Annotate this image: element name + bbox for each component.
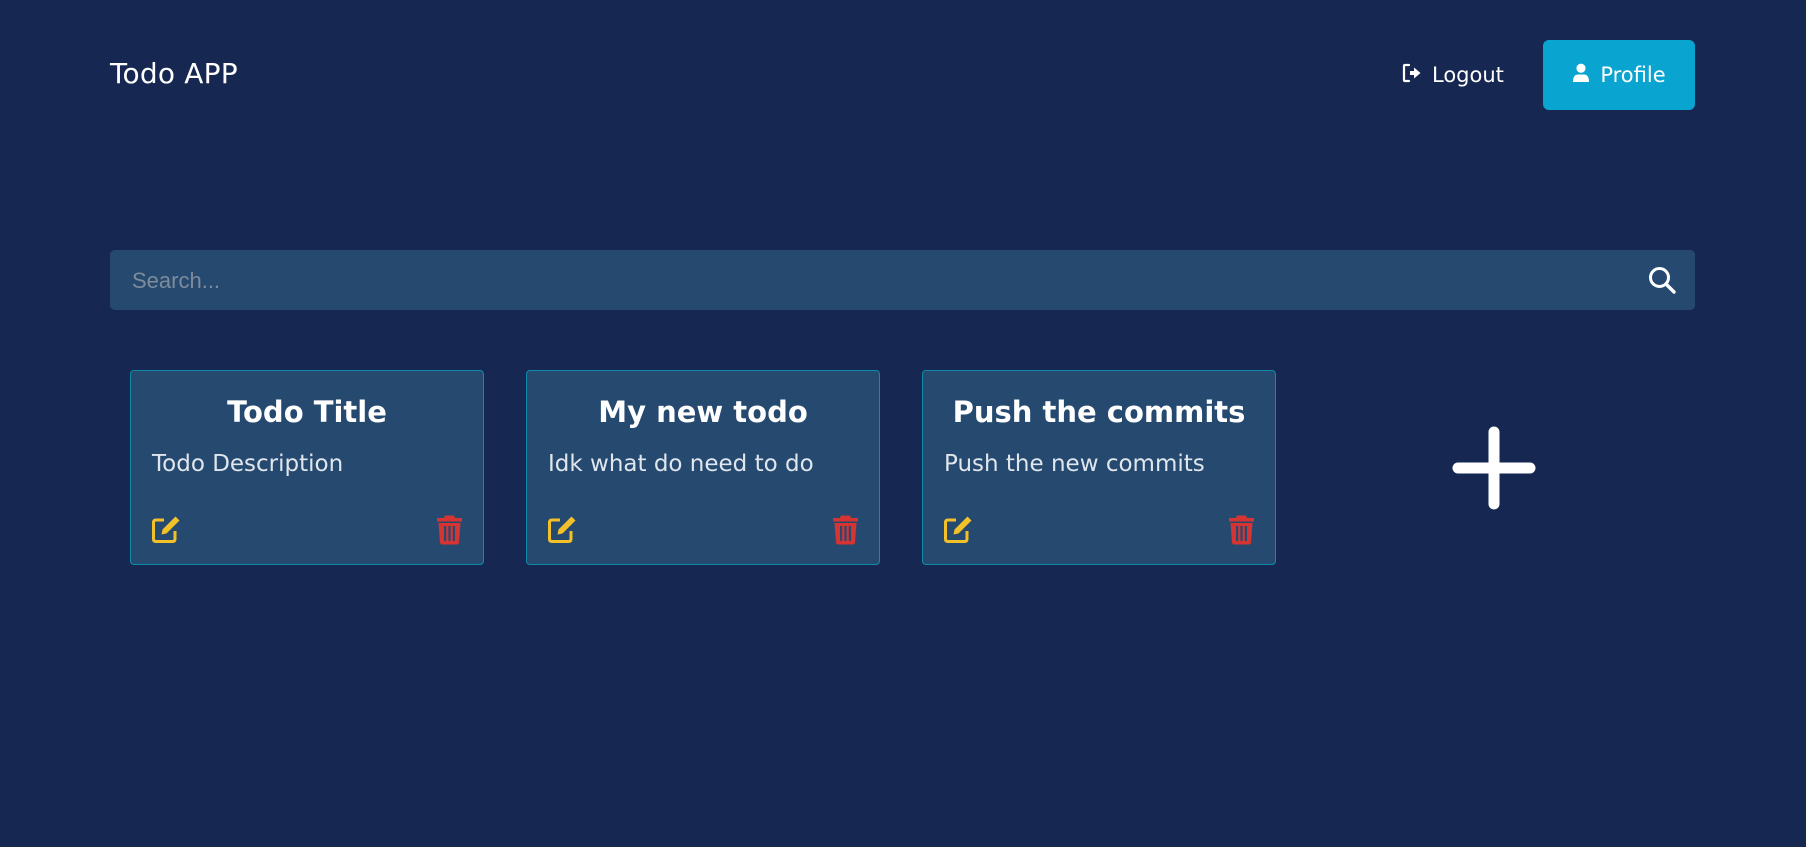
trash-icon[interactable] [436, 514, 463, 545]
todo-card: My new todo Idk what do need to do [526, 370, 880, 565]
profile-button[interactable]: Profile [1543, 40, 1695, 110]
user-icon [1572, 63, 1590, 88]
logout-button[interactable]: Logout [1402, 40, 1522, 110]
logout-label: Logout [1432, 63, 1504, 87]
page: Todo APP Logout Profile Search... Todo T… [0, 0, 1806, 847]
header: Todo APP Logout Profile [110, 40, 1695, 110]
edit-icon[interactable] [547, 514, 578, 544]
trash-icon[interactable] [832, 514, 859, 545]
logout-icon [1402, 63, 1422, 88]
edit-icon[interactable] [151, 514, 182, 544]
search-icon[interactable] [1647, 265, 1677, 295]
plus-icon [1452, 426, 1536, 510]
todo-description: Idk what do need to do [548, 451, 814, 477]
profile-label: Profile [1600, 63, 1666, 87]
todo-title: My new todo [598, 395, 808, 429]
todo-description: Todo Description [152, 451, 344, 477]
trash-icon[interactable] [1228, 514, 1255, 545]
edit-icon[interactable] [943, 514, 974, 544]
todo-title: Todo Title [227, 395, 387, 429]
todo-card: Todo Title Todo Description [130, 370, 484, 565]
search-input[interactable] [130, 250, 1614, 312]
todo-title: Push the commits [952, 395, 1246, 429]
app-title: Todo APP [110, 57, 238, 90]
todo-description: Push the new commits [944, 451, 1205, 477]
todo-card: Push the commits Push the new commits [922, 370, 1276, 565]
search-bar [110, 250, 1695, 312]
add-todo-button[interactable] [1452, 426, 1536, 510]
